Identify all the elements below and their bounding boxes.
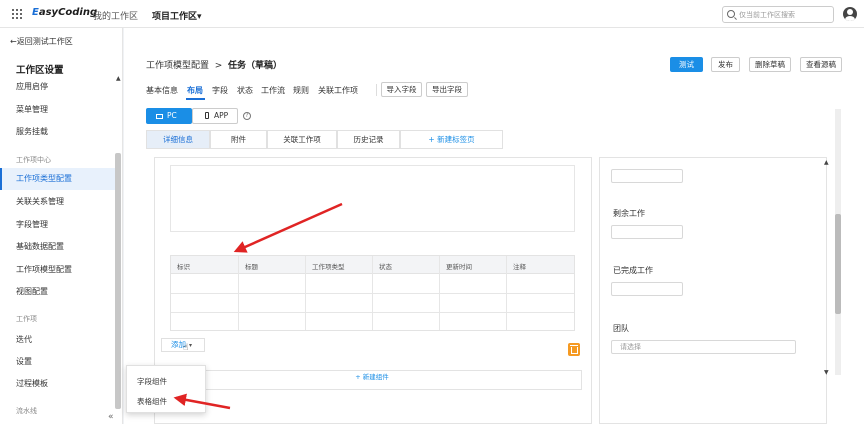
search-icon	[727, 10, 735, 18]
field-label-team: 团队	[613, 324, 629, 333]
tab-workflow[interactable]: 工作流	[261, 85, 285, 96]
sidebar-item-service-mount[interactable]: 服务挂载	[16, 126, 48, 137]
table-header-cell: 注释	[513, 263, 526, 271]
sidebar-item-workitem-type-config[interactable]: 工作项类型配置	[0, 168, 115, 190]
pc-label: PC	[167, 111, 177, 120]
breadcrumb-current: 任务（草稿）	[228, 61, 283, 71]
main-scrollbar[interactable]	[835, 109, 841, 375]
sidebar-item-relation-manage[interactable]: 关联关系管理	[16, 196, 64, 207]
tab-fields[interactable]: 字段	[212, 85, 228, 96]
table-header-cell: 状态	[379, 263, 392, 271]
tab-basic-info[interactable]: 基本信息	[146, 85, 178, 96]
top-nav-bar: EasyCoding 我的工作区 项目工作区▾	[0, 0, 864, 28]
monitor-icon	[156, 114, 163, 119]
app-device-button[interactable]: APP	[192, 108, 238, 124]
breadcrumb: 工作项模型配置 > 任务（草稿）	[146, 58, 282, 71]
field-label-remaining-work: 剩余工作	[613, 209, 645, 218]
phone-icon	[205, 112, 209, 119]
nav-project-label: 项目工作区	[152, 12, 198, 22]
scroll-down-icon[interactable]: ▼	[824, 369, 829, 376]
sidebar-group-workitem-center: 工作项中心	[16, 156, 51, 164]
logo-mark: E	[32, 7, 39, 18]
subtab-history[interactable]: 历史记录	[337, 130, 400, 149]
add-component-dropdown: 字段组件 表格组件	[126, 365, 206, 413]
app-label: APP	[214, 111, 229, 120]
sidebar-scrollbar[interactable]	[115, 153, 121, 409]
search-input[interactable]	[739, 9, 831, 20]
subtab-related-workitems[interactable]: 关联工作项	[267, 130, 337, 149]
sidebar-item-app-toggle[interactable]: 应用启停	[16, 81, 48, 92]
completed-work-input[interactable]	[611, 282, 683, 296]
collapse-sidebar-icon[interactable]: «	[108, 412, 114, 422]
sidebar: ←返回测试工作区 工作区设置 ▲ 应用启停 菜单管理 服务挂载 工作项中心 工作…	[0, 28, 123, 424]
publish-button[interactable]: 发布	[711, 57, 740, 72]
logo-text: asyCoding	[38, 7, 98, 18]
user-avatar-icon[interactable]	[843, 7, 857, 21]
active-tab-indicator	[186, 98, 205, 100]
table-row-divider	[171, 312, 574, 313]
layout-editor: PC APP ? 详细信息 附件 关联工作项 历史记录 + 新建标签页 标识 标…	[124, 103, 864, 424]
sidebar-item-field-manage[interactable]: 字段管理	[16, 219, 48, 230]
new-component-button[interactable]: + 新建组件	[162, 370, 582, 390]
remaining-work-input[interactable]	[611, 225, 683, 239]
breadcrumb-parent[interactable]: 工作项模型配置	[146, 61, 209, 71]
table-header-cell: 标识	[177, 263, 190, 271]
search-box[interactable]	[722, 6, 834, 23]
sidebar-item-process-template[interactable]: 过程模板	[16, 378, 48, 389]
test-button[interactable]: 测试	[670, 57, 703, 72]
sidebar-item-view-config[interactable]: 视图配置	[16, 286, 48, 297]
nav-my-workspace[interactable]: 我的工作区	[93, 9, 138, 22]
field-input[interactable]	[611, 169, 683, 183]
add-tab-button[interactable]: + 新建标签页	[400, 130, 503, 149]
subtab-attachments[interactable]: 附件	[210, 130, 267, 149]
right-layout-column: 剩余工作 已完成工作 团队 请选择	[599, 157, 827, 424]
table-component[interactable]: 标识 标题 工作项类型 状态 更新时间 注释	[170, 255, 575, 331]
back-to-workspace-link[interactable]: ←返回测试工作区	[10, 36, 73, 47]
import-fields-button[interactable]: 导入字段	[381, 82, 422, 97]
tab-divider	[376, 84, 377, 96]
sidebar-item-settings[interactable]: 设置	[16, 356, 32, 367]
tab-related-workitems[interactable]: 关联工作项	[318, 85, 358, 96]
help-icon[interactable]: ?	[243, 112, 251, 120]
scrollbar-thumb[interactable]	[835, 214, 841, 314]
delete-draft-button[interactable]: 删除草稿	[749, 57, 791, 72]
table-header-cell: 更新时间	[446, 263, 472, 271]
sidebar-item-menu-manage[interactable]: 菜单管理	[16, 104, 48, 115]
logo[interactable]: EasyCoding	[32, 7, 97, 18]
trash-icon[interactable]	[568, 343, 580, 356]
text-area-component[interactable]	[170, 165, 575, 232]
tab-layout[interactable]: 布局	[187, 85, 203, 96]
menu-item-table-component[interactable]: 表格组件	[137, 396, 167, 407]
table-row-divider	[171, 293, 574, 294]
chevron-down-icon: ▾	[197, 12, 202, 22]
scroll-up-icon[interactable]: ▲	[824, 159, 829, 166]
tab-rules[interactable]: 规则	[293, 85, 309, 96]
view-draft-button[interactable]: 查看源稿	[800, 57, 842, 72]
sidebar-group-pipeline: 流水线	[16, 407, 37, 415]
app-grid-icon[interactable]	[12, 9, 22, 19]
menu-item-field-component[interactable]: 字段组件	[137, 376, 167, 387]
subtab-details[interactable]: 详细信息	[146, 130, 210, 149]
table-header-cell: 工作项类型	[312, 263, 345, 271]
table-header-cell: 标题	[245, 263, 258, 271]
export-fields-button[interactable]: 导出字段	[426, 82, 468, 97]
scroll-up-icon[interactable]: ▲	[116, 75, 121, 82]
hand-cursor-icon: ☝	[183, 343, 189, 353]
chevron-down-icon: ▾	[189, 342, 193, 349]
pc-device-button[interactable]: PC	[146, 108, 192, 124]
team-select[interactable]: 请选择	[611, 340, 796, 354]
field-label-completed-work: 已完成工作	[613, 266, 653, 275]
sidebar-item-workitem-model-config[interactable]: 工作项模型配置	[16, 264, 72, 275]
sidebar-item-basic-data-config[interactable]: 基础数据配置	[16, 241, 64, 252]
breadcrumb-separator: >	[214, 61, 223, 71]
sidebar-title: 工作区设置	[16, 65, 64, 76]
sidebar-group-workitem: 工作项	[16, 315, 37, 323]
sidebar-item-iteration[interactable]: 迭代	[16, 334, 32, 345]
nav-project-workspace[interactable]: 项目工作区▾	[152, 9, 202, 22]
tab-status[interactable]: 状态	[237, 85, 253, 96]
